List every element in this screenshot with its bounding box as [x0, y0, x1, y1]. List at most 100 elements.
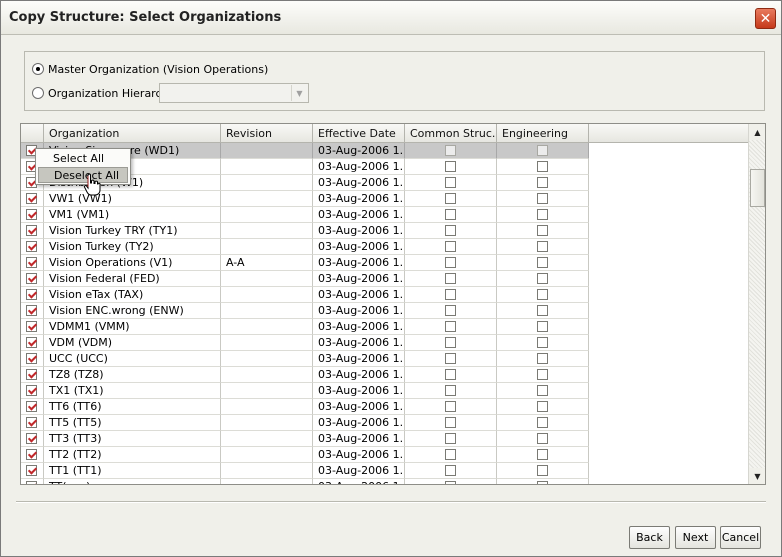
header-revision[interactable]: Revision [221, 124, 313, 143]
vertical-scrollbar[interactable]: ▲ ▼ [748, 124, 765, 484]
common-structure-checkbox[interactable] [445, 401, 456, 412]
row-select-checkbox[interactable] [26, 369, 37, 380]
common-structure-checkbox[interactable] [445, 369, 456, 380]
common-structure-checkbox[interactable] [445, 465, 456, 476]
master-organization-radio[interactable] [32, 63, 44, 75]
common-structure-checkbox[interactable] [445, 353, 456, 364]
table-row[interactable]: VM1 (VM1) 03-Aug-2006 1... [21, 207, 589, 223]
table-row[interactable]: Vision Turkey (TY2) 03-Aug-2006 1... [21, 239, 589, 255]
common-structure-checkbox[interactable] [445, 305, 456, 316]
engineering-checkbox[interactable] [537, 337, 548, 348]
row-select-checkbox[interactable] [26, 481, 37, 484]
row-select-checkbox[interactable] [26, 321, 37, 332]
row-select-checkbox[interactable] [26, 433, 37, 444]
engineering-checkbox[interactable] [537, 449, 548, 460]
row-select-checkbox[interactable] [26, 465, 37, 476]
table-row[interactable]: TT3 (TT3) 03-Aug-2006 1... [21, 431, 589, 447]
table-row[interactable]: TT5 (TT5) 03-Aug-2006 1... [21, 415, 589, 431]
cancel-button[interactable]: Cancel [720, 526, 761, 549]
row-select-checkbox[interactable] [26, 289, 37, 300]
engineering-checkbox[interactable] [537, 257, 548, 268]
engineering-checkbox[interactable] [537, 433, 548, 444]
table-row[interactable]: Vision Turkey TRY (TY1) 03-Aug-2006 1... [21, 223, 589, 239]
table-row[interactable]: Vision eTax (TAX) 03-Aug-2006 1... [21, 287, 589, 303]
common-structure-checkbox[interactable] [445, 161, 456, 172]
row-select-checkbox[interactable] [26, 241, 37, 252]
engineering-checkbox[interactable] [537, 161, 548, 172]
engineering-checkbox[interactable] [537, 241, 548, 252]
header-engineering[interactable]: Engineering [497, 124, 589, 143]
table-row[interactable]: VDMM1 (VMM) 03-Aug-2006 1... [21, 319, 589, 335]
master-organization-option[interactable]: Master Organization (Vision Operations) [32, 60, 268, 78]
common-structure-checkbox[interactable] [445, 385, 456, 396]
organization-hierarchy-radio[interactable] [32, 87, 44, 99]
table-row[interactable]: Vision ENC.wrong (ENW) 03-Aug-2006 1... [21, 303, 589, 319]
table-row[interactable]: Vision Federal (FED) 03-Aug-2006 1... [21, 271, 589, 287]
engineering-checkbox[interactable] [537, 401, 548, 412]
common-structure-checkbox[interactable] [445, 241, 456, 252]
header-common-structure[interactable]: Common Struc... [405, 124, 497, 143]
back-button[interactable]: Back [629, 526, 670, 549]
row-select-checkbox[interactable] [26, 353, 37, 364]
row-select-checkbox[interactable] [26, 449, 37, 460]
engineering-checkbox[interactable] [537, 209, 548, 220]
common-structure-checkbox[interactable] [445, 177, 456, 188]
table-row[interactable]: TT6 (TT6) 03-Aug-2006 1... [21, 399, 589, 415]
row-select-checkbox[interactable] [26, 385, 37, 396]
table-row[interactable]: TZ8 (TZ8) 03-Aug-2006 1... [21, 367, 589, 383]
common-structure-checkbox[interactable] [445, 209, 456, 220]
common-structure-checkbox[interactable] [445, 321, 456, 332]
engineering-checkbox[interactable] [537, 385, 548, 396]
chevron-down-icon[interactable]: ▼ [291, 85, 307, 101]
engineering-checkbox[interactable] [537, 369, 548, 380]
table-row[interactable]: VDM (VDM) 03-Aug-2006 1... [21, 335, 589, 351]
header-effective-date[interactable]: Effective Date [313, 124, 405, 143]
scrollbar-thumb[interactable] [750, 169, 765, 207]
engineering-checkbox[interactable] [537, 417, 548, 428]
row-select-checkbox[interactable] [26, 209, 37, 220]
row-select-checkbox[interactable] [26, 257, 37, 268]
common-structure-checkbox[interactable] [445, 225, 456, 236]
engineering-checkbox[interactable] [537, 465, 548, 476]
row-select-checkbox[interactable] [26, 337, 37, 348]
engineering-checkbox[interactable] [537, 289, 548, 300]
table-row[interactable]: TT1 (TT1) 03-Aug-2006 1... [21, 463, 589, 479]
common-structure-checkbox[interactable] [445, 417, 456, 428]
common-structure-checkbox[interactable] [445, 193, 456, 204]
engineering-checkbox[interactable] [537, 193, 548, 204]
common-structure-checkbox[interactable] [445, 433, 456, 444]
table-row[interactable]: UCC (UCC) 03-Aug-2006 1... [21, 351, 589, 367]
engineering-checkbox[interactable] [537, 145, 548, 156]
row-select-checkbox[interactable] [26, 273, 37, 284]
row-select-checkbox[interactable] [26, 401, 37, 412]
common-structure-checkbox[interactable] [445, 481, 456, 484]
organization-hierarchy-select[interactable]: ▼ [159, 83, 309, 103]
engineering-checkbox[interactable] [537, 481, 548, 484]
row-select-checkbox[interactable] [26, 225, 37, 236]
common-structure-checkbox[interactable] [445, 273, 456, 284]
common-structure-checkbox[interactable] [445, 449, 456, 460]
engineering-checkbox[interactable] [537, 305, 548, 316]
table-row[interactable]: TT2 (TT2) 03-Aug-2006 1... [21, 447, 589, 463]
close-button[interactable]: ✕ [755, 8, 776, 29]
engineering-checkbox[interactable] [537, 321, 548, 332]
scroll-up-icon[interactable]: ▲ [749, 124, 765, 140]
row-select-checkbox[interactable] [26, 305, 37, 316]
engineering-checkbox[interactable] [537, 353, 548, 364]
row-select-checkbox[interactable] [26, 417, 37, 428]
common-structure-checkbox[interactable] [445, 337, 456, 348]
row-select-checkbox[interactable] [26, 193, 37, 204]
organization-hierarchy-option[interactable]: Organization Hierarchy [32, 84, 175, 102]
header-select-column[interactable] [21, 124, 44, 143]
table-row[interactable]: VW1 (VW1) 03-Aug-2006 1... [21, 191, 589, 207]
table-row[interactable]: Vision Operations (V1) A-A 03-Aug-2006 1..… [21, 255, 589, 271]
scroll-down-icon[interactable]: ▼ [749, 468, 765, 484]
next-button[interactable]: Next [675, 526, 716, 549]
menu-item-select-all[interactable]: Select All [38, 151, 128, 167]
table-row[interactable]: TX1 (TX1) 03-Aug-2006 1... [21, 383, 589, 399]
common-structure-checkbox[interactable] [445, 145, 456, 156]
header-organization[interactable]: Organization [44, 124, 221, 143]
engineering-checkbox[interactable] [537, 177, 548, 188]
engineering-checkbox[interactable] [537, 225, 548, 236]
table-row[interactable]: TT(xxx) 03-Aug-2006 1... [21, 479, 589, 484]
